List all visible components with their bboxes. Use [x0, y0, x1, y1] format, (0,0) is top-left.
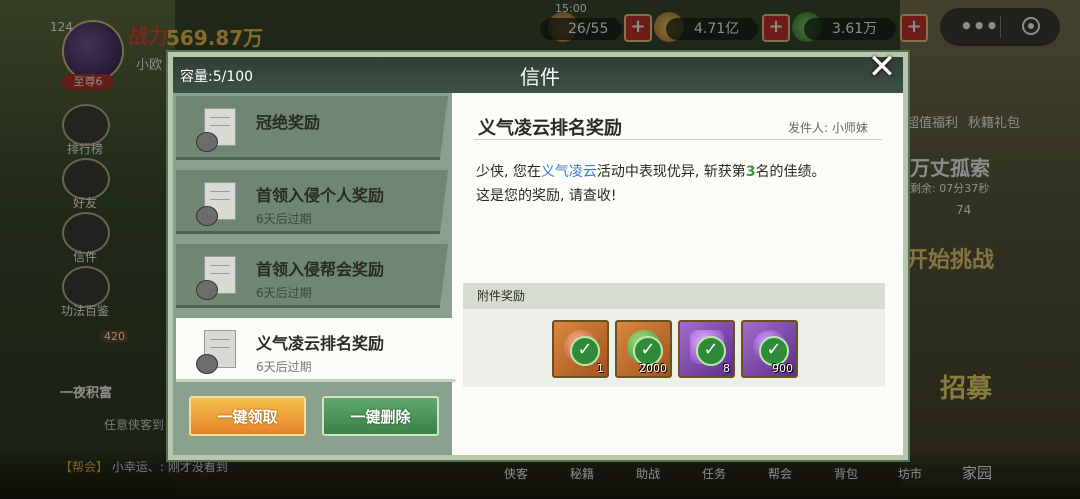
mail-item-title: 首领入侵个人奖励 [256, 186, 385, 205]
attachment-qty: 1 [597, 362, 604, 375]
mail-sender: 发件人: 小师妹 [788, 121, 868, 135]
body-text-part: 活动中表现优异, 斩获第 [596, 164, 746, 180]
claimed-check-icon: ✓ [570, 336, 600, 366]
attachment-qty: 900 [772, 362, 793, 375]
attachment-slot[interactable]: ✓ 900 [741, 320, 798, 378]
body-text-part: 少侠, 您在 [476, 164, 541, 180]
mail-item-expiry: 6天后过期 [256, 360, 312, 374]
mail-item-boss-guild-reward[interactable]: 首领入侵帮会奖励 6天后过期 [176, 244, 448, 308]
attachment-qty: 2000 [639, 362, 667, 375]
attachment-slot[interactable]: ✓ 8 [678, 320, 735, 378]
attachments-label: 附件奖励 [477, 289, 526, 303]
letter-icon [196, 182, 236, 226]
close-icon[interactable]: ✕ [864, 50, 900, 84]
body-text-line2: 这是您的奖励, 请查收! [476, 188, 617, 204]
mail-item-expiry: 6天后过期 [256, 212, 312, 226]
mail-item-champion-reward[interactable]: 冠绝奖励 [176, 96, 448, 160]
attachment-slot[interactable]: ✓ 2000 [615, 320, 672, 378]
attachment-slot[interactable]: ✓ 1 [552, 320, 609, 378]
letter-icon [196, 256, 236, 300]
mail-capacity: 容量:5/100 [180, 69, 254, 85]
mail-body: 少侠, 您在义气凌云活动中表现优异, 斩获第3名的佳绩。这是您的奖励, 请查收! [476, 160, 876, 208]
letter-icon [196, 108, 236, 152]
mail-detail-title: 义气凌云排名奖励 [478, 118, 622, 139]
event-name-highlight: 义气凌云 [540, 164, 597, 180]
attachments-header [463, 283, 885, 309]
mail-item-boss-personal-reward[interactable]: 首领入侵个人奖励 6天后过期 [176, 170, 448, 234]
mail-item-title: 义气凌云排名奖励 [256, 334, 385, 353]
delete-all-button[interactable]: 一键删除 [322, 396, 439, 436]
rank-highlight: 3 [745, 164, 756, 180]
mail-item-expiry: 6天后过期 [256, 286, 312, 300]
mail-item-ranking-reward[interactable]: 义气凌云排名奖励 6天后过期 [176, 318, 464, 382]
letter-icon [196, 330, 236, 374]
mail-dialog-title: 信件 [520, 65, 560, 89]
mail-item-title: 首领入侵帮会奖励 [256, 260, 385, 279]
attachment-qty: 8 [723, 362, 730, 375]
body-text-part: 名的佳绩。 [755, 164, 826, 180]
claimed-check-icon: ✓ [696, 336, 726, 366]
detail-divider [474, 139, 882, 140]
mail-item-title: 冠绝奖励 [256, 113, 321, 132]
claim-all-button[interactable]: 一键领取 [189, 396, 306, 436]
